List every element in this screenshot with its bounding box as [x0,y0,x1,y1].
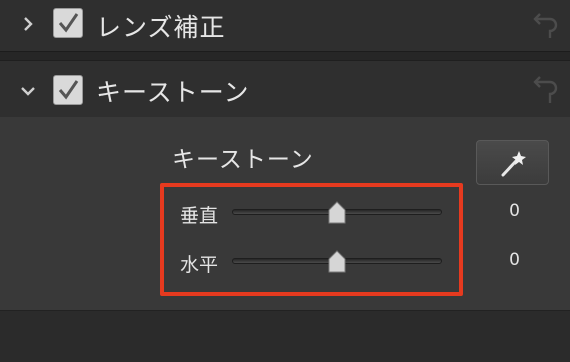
magic-wand-icon [501,151,526,177]
checkmark-icon [58,13,79,33]
reset-icon[interactable] [532,71,560,107]
reset-icon[interactable] [532,8,560,42]
section-header-lens-correction[interactable]: レンズ補正 [0,0,570,52]
horizontal-slider-value: 0 [509,250,520,270]
bottom-bar [0,310,570,362]
lens-correction-checkbox[interactable] [53,8,83,38]
vertical-slider-value: 0 [509,201,520,221]
checkmark-icon [58,80,79,100]
keystone-section-title: キーストーン [96,78,250,107]
chevron-right-icon[interactable] [22,16,34,32]
section-divider [0,52,570,60]
lens-correction-title: レンズ補正 [96,13,226,42]
keystone-panel-title: キーストーン [172,147,314,173]
section-header-keystone[interactable]: キーストーン [0,60,570,117]
highlight-box [160,183,463,296]
keystone-checkbox[interactable] [53,75,83,105]
auto-keystone-button[interactable] [476,140,549,185]
chevron-down-icon[interactable] [20,85,36,97]
